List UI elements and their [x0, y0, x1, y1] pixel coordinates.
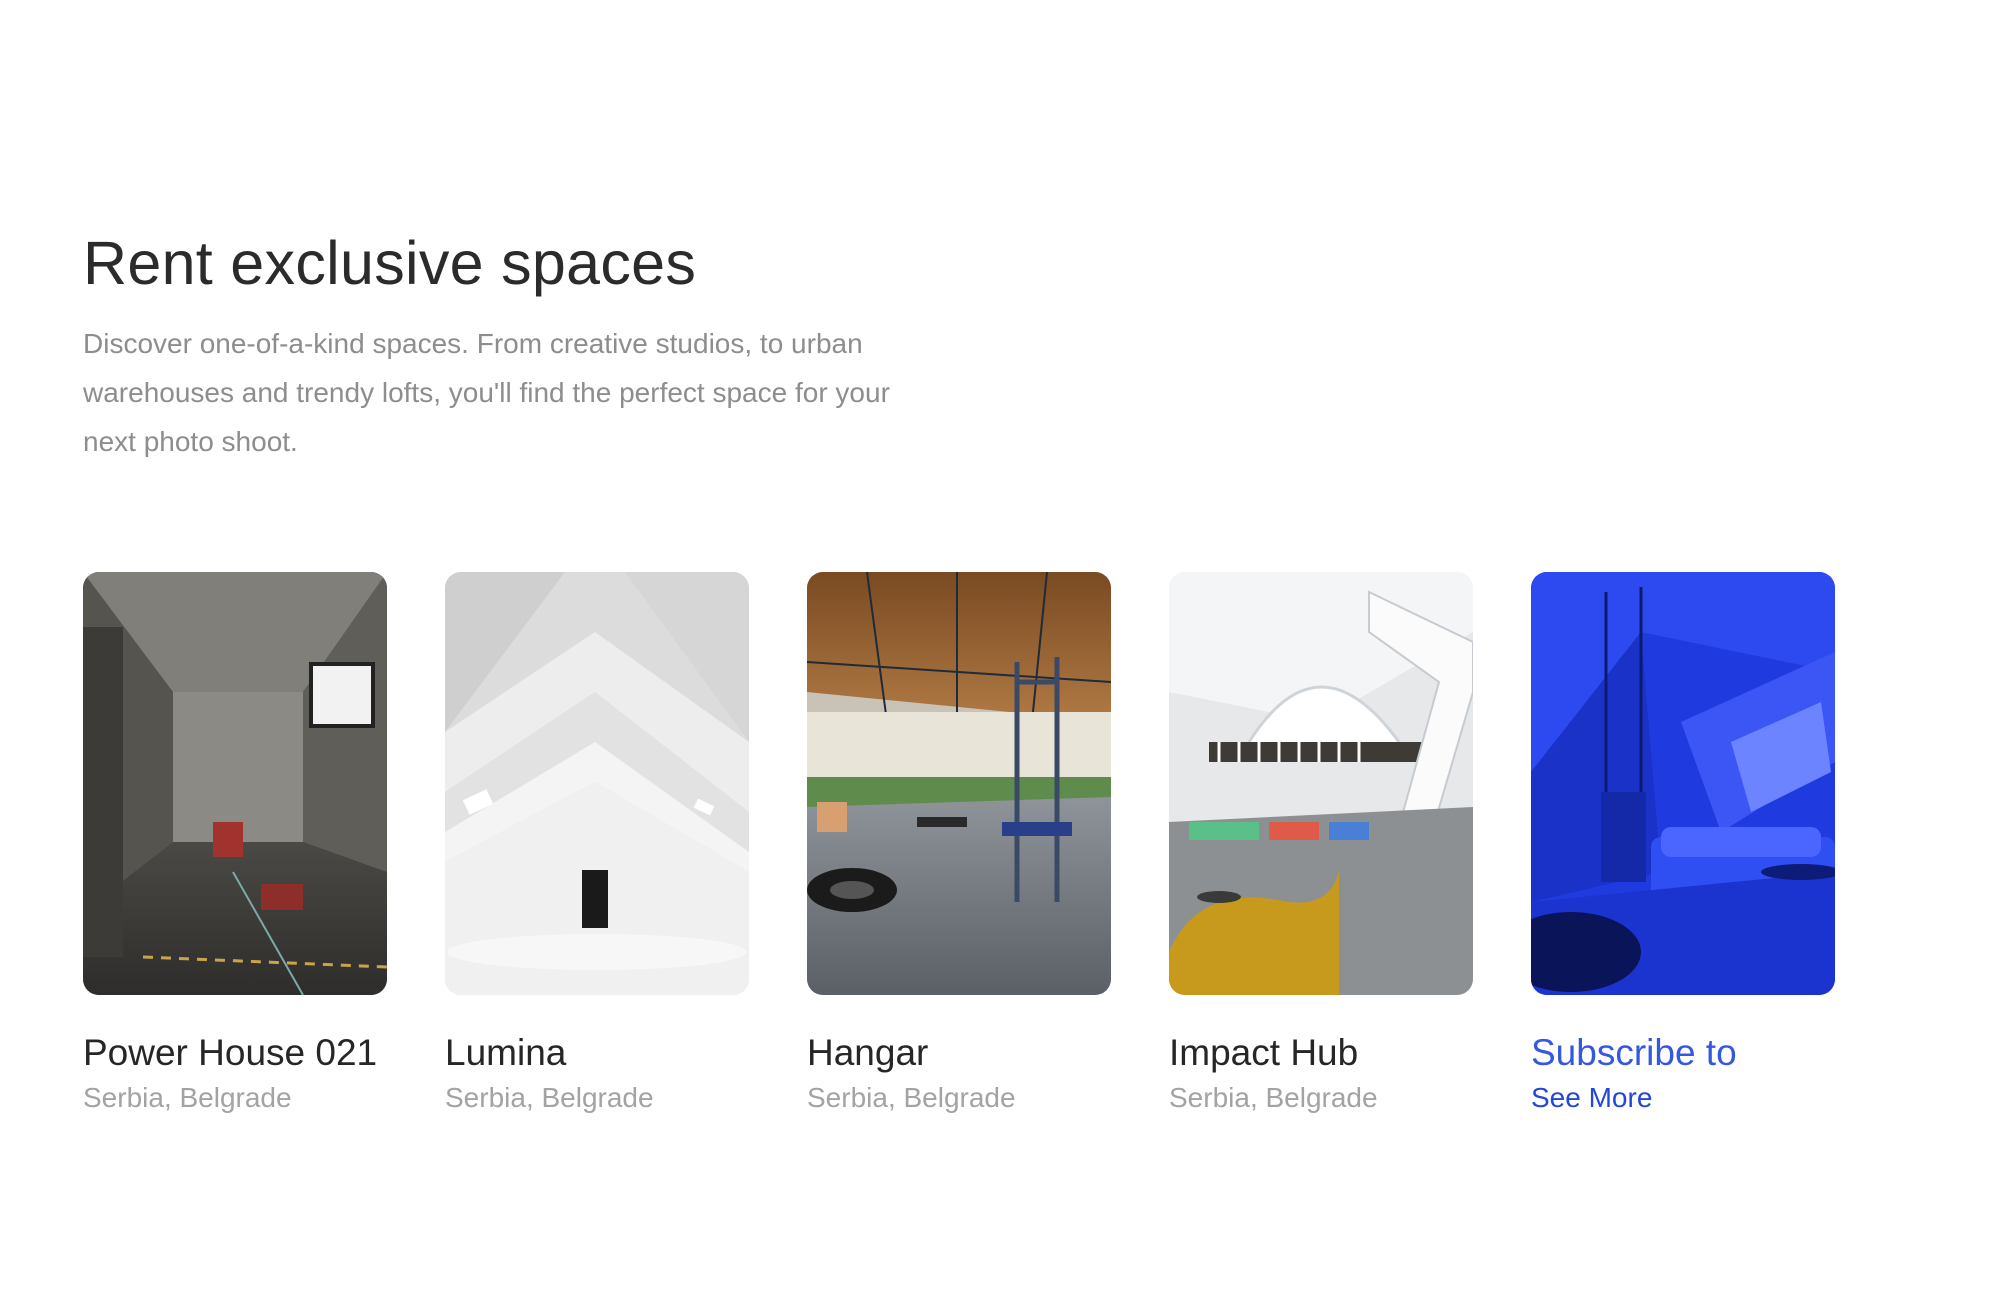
see-more-link[interactable]: See More	[1531, 1079, 1835, 1117]
space-card-power-house[interactable]: Power House 021 Serbia, Belgrade	[83, 572, 387, 1117]
space-image-lumina[interactable]	[445, 572, 749, 995]
space-cards-list: Power House 021 Serbia, Belgrade Lumina …	[83, 572, 1835, 1117]
space-name[interactable]: Power House 021	[83, 1031, 387, 1075]
subscribe-image[interactable]	[1531, 572, 1835, 995]
space-image-hangar[interactable]	[807, 572, 1111, 995]
space-location: Serbia, Belgrade	[83, 1082, 292, 1113]
space-name[interactable]: Impact Hub	[1169, 1031, 1473, 1075]
space-location: Serbia, Belgrade	[1169, 1082, 1378, 1113]
space-location: Serbia, Belgrade	[445, 1082, 654, 1113]
space-card-lumina[interactable]: Lumina Serbia, Belgrade	[445, 572, 749, 1117]
subscribe-title[interactable]: Subscribe to	[1531, 1031, 1835, 1075]
space-image-impact-hub[interactable]	[1169, 572, 1473, 995]
space-card-hangar[interactable]: Hangar Serbia, Belgrade	[807, 572, 1111, 1117]
exclusive-spaces-section: Rent exclusive spaces Discover one-of-a-…	[83, 225, 1923, 1113]
space-name[interactable]: Lumina	[445, 1031, 749, 1075]
page: Rent exclusive spaces Discover one-of-a-…	[0, 0, 2010, 1310]
section-description: Discover one-of-a-kind spaces. From crea…	[83, 328, 890, 457]
section-title: Rent exclusive spaces	[83, 229, 697, 297]
space-name[interactable]: Hangar	[807, 1031, 1111, 1075]
space-image-power-house[interactable]	[83, 572, 387, 995]
space-card-impact-hub[interactable]: Impact Hub Serbia, Belgrade	[1169, 572, 1473, 1117]
space-location: Serbia, Belgrade	[807, 1082, 1016, 1113]
subscribe-card[interactable]: Subscribe to See More	[1531, 572, 1835, 1117]
